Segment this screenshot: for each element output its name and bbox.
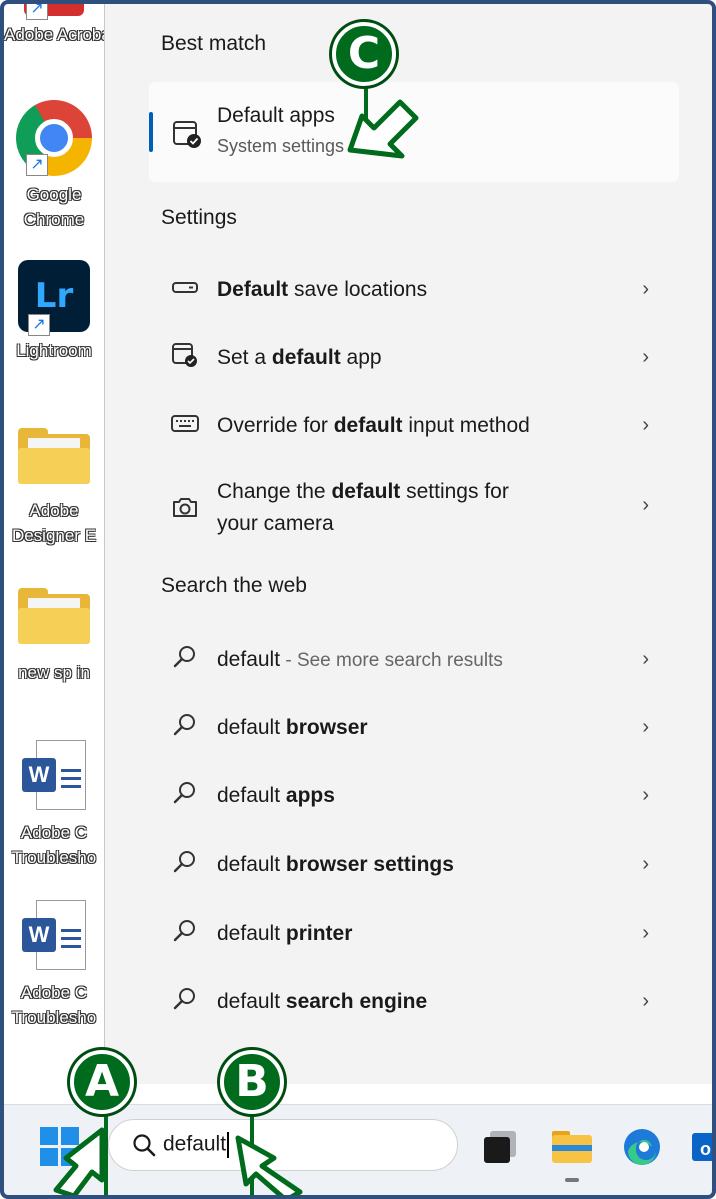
callout-badge-b: B [220, 1050, 284, 1114]
chevron-right-icon: › [642, 494, 649, 516]
desktop-icon-folder-newsp[interactable]: new sp in [4, 588, 104, 685]
search-icon [173, 851, 195, 873]
callout-badge-a: A [70, 1050, 134, 1114]
keyboard-icon [171, 415, 199, 432]
web-result-default-browser-settings[interactable]: default browser settings › [149, 831, 679, 891]
chevron-right-icon: › [642, 414, 649, 436]
desktop-icon-label: new sp in [18, 663, 90, 682]
running-indicator [565, 1178, 579, 1182]
word-doc-icon: W [22, 740, 86, 814]
settings-item-default-save-locations[interactable]: Default save locations › [149, 256, 679, 316]
chevron-right-icon: › [642, 346, 649, 368]
chevron-right-icon: › [642, 278, 649, 300]
word-doc-icon: W [22, 900, 86, 974]
web-result-label: default printer [217, 922, 353, 945]
desktop-icon-label: Adobe C Troublesho [11, 983, 97, 1027]
desktop-icon-label: Adobe Designer E [11, 501, 97, 545]
web-result-default[interactable]: default - See more search results › [149, 626, 679, 686]
desktop-icon-lightroom[interactable]: Lr ↗ Lightroom [4, 260, 104, 363]
callout-badge-c: C [332, 22, 396, 86]
chevron-right-icon: › [642, 648, 649, 670]
settings-heading: Settings [161, 206, 237, 229]
default-apps-icon [173, 121, 201, 148]
selection-accent [149, 112, 153, 152]
chevron-right-icon: › [642, 922, 649, 944]
best-match-heading: Best match [161, 32, 267, 55]
callout-arrow-c [347, 80, 419, 159]
search-icon [173, 782, 195, 804]
chevron-right-icon: › [642, 990, 649, 1012]
desktop-icon-label: Google Chrome [23, 185, 85, 229]
callout-arrow-b [235, 1108, 303, 1199]
web-result-label: default apps [217, 784, 335, 807]
callout-arrow-a [53, 1100, 108, 1199]
desktop-icon-chrome[interactable]: ↗ Google Chrome [4, 100, 104, 232]
best-match-title: Default apps [217, 104, 335, 127]
settings-item-label: Default save locations [217, 278, 428, 301]
task-view-icon[interactable] [480, 1127, 520, 1172]
desktop-icon-label: Adobe C Troublesho [11, 823, 97, 867]
web-result-default-printer[interactable]: default printer › [149, 900, 679, 960]
settings-item-override-input-method[interactable]: Override for default input method › [149, 392, 679, 452]
edge-icon[interactable] [620, 1125, 664, 1174]
search-icon [173, 714, 195, 736]
desktop-icon-word-1[interactable]: W Adobe C Troublesho [4, 740, 104, 870]
desktop-icon-label: Adobe Acrobat [4, 25, 104, 44]
chevron-right-icon: › [642, 784, 649, 806]
settings-item-set-default-app[interactable]: Set a default app › [149, 324, 679, 384]
search-web-heading: Search the web [161, 574, 307, 597]
web-result-default-browser[interactable]: default browser › [149, 694, 679, 754]
chevron-right-icon: › [642, 716, 649, 738]
web-result-label: default - See more search results [217, 648, 503, 671]
desktop-icon-folder-designer[interactable]: Adobe Designer E [4, 428, 104, 548]
default-apps-icon [172, 343, 197, 367]
web-result-default-apps[interactable]: default apps › [149, 762, 679, 822]
web-result-default-search-engine[interactable]: default search engine › [149, 968, 679, 1028]
settings-item-label: Change the default settings for your came… [217, 480, 509, 535]
chevron-right-icon: › [642, 853, 649, 875]
settings-item-label: Override for default input method [217, 414, 530, 437]
shortcut-arrow-icon: ↗ [26, 154, 48, 176]
web-result-label: default search engine [217, 990, 428, 1013]
drive-icon [172, 282, 198, 293]
file-explorer-icon[interactable] [550, 1125, 594, 1182]
settings-item-label: Set a default app [217, 346, 382, 369]
web-result-label: default browser settings [217, 853, 454, 876]
desktop: ↗ Adobe Acrobat ↗ Google Chrome Lr ↗ Lig… [4, 4, 104, 1104]
svg-text:o: o [700, 1139, 711, 1159]
best-match-subtitle: System settings [217, 136, 345, 156]
search-icon [173, 920, 195, 942]
desktop-icon-word-2[interactable]: W Adobe C Troublesho [4, 900, 104, 1030]
shortcut-arrow-icon: ↗ [28, 314, 50, 336]
outlook-icon[interactable]: o [692, 1127, 716, 1172]
search-icon [173, 646, 195, 668]
camera-icon [173, 498, 197, 517]
shortcut-arrow-icon: ↗ [26, 4, 48, 20]
web-result-label: default browser [217, 716, 368, 739]
folder-icon [18, 588, 90, 644]
folder-icon [18, 428, 90, 484]
desktop-icon-label: Lightroom [16, 341, 92, 360]
settings-item-camera-defaults[interactable]: Change the default settings for your came… [149, 462, 679, 546]
desktop-icon-acrobat[interactable]: ↗ Adobe Acrobat [4, 4, 104, 47]
search-icon [173, 988, 195, 1010]
